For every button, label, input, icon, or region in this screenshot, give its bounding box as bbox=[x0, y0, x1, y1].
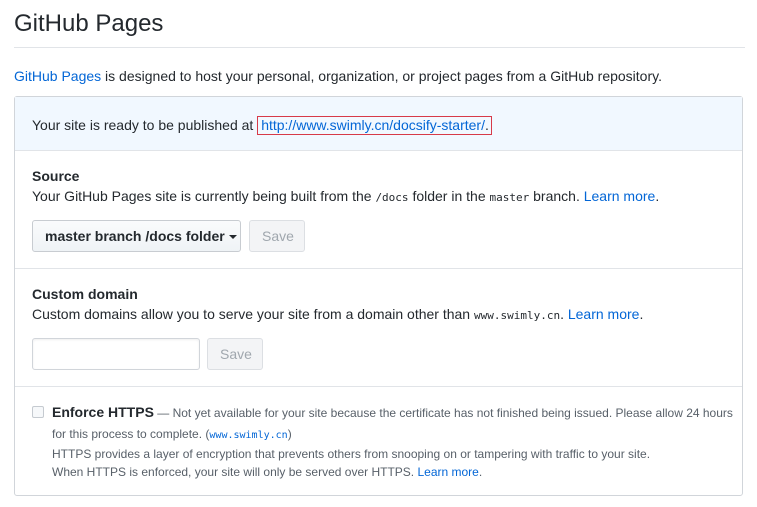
https-explanation: HTTPS provides a layer of encryption tha… bbox=[52, 447, 651, 461]
site-url-period: . bbox=[484, 117, 489, 133]
source-desc-suffix: branch. bbox=[529, 188, 584, 204]
folder-code: /docs bbox=[375, 191, 409, 204]
https-domain-link[interactable]: www.swimly.cn bbox=[209, 427, 287, 441]
enforce-https-note-continued: for this process to complete. (www.swiml… bbox=[52, 424, 292, 446]
source-section: Source Your GitHub Pages site is current… bbox=[15, 151, 742, 269]
intro-description: is designed to host your personal, organ… bbox=[101, 68, 662, 84]
note2-suffix: ) bbox=[287, 427, 292, 441]
site-url-highlight: http://www.swimly.cn/docsify-starter/. bbox=[257, 116, 492, 135]
https-learn-more-link[interactable]: Learn more bbox=[417, 465, 478, 479]
publish-message: Your site is ready to be published at ht… bbox=[32, 115, 492, 135]
source-desc-mid: folder in the bbox=[408, 188, 490, 204]
enforce-https-section: Enforce HTTPS — Not yet available for yo… bbox=[15, 387, 742, 495]
publish-flash: Your site is ready to be published at ht… bbox=[15, 97, 742, 151]
enforce-https-line: Enforce HTTPS — Not yet available for yo… bbox=[52, 402, 733, 423]
source-desc-prefix: Your GitHub Pages site is currently bein… bbox=[32, 188, 376, 204]
site-url-link[interactable]: http://www.swimly.cn/docsify-starter/ bbox=[261, 117, 485, 133]
pages-settings-box: Your site is ready to be published at ht… bbox=[14, 96, 743, 496]
page-title: GitHub Pages bbox=[14, 10, 164, 37]
domain-code: www.swimly.cn bbox=[473, 309, 561, 322]
caret-down-icon bbox=[228, 235, 237, 240]
publish-message-text: Your site is ready to be published at bbox=[32, 117, 258, 133]
enforce-https-checkbox[interactable] bbox=[32, 406, 44, 418]
source-branch-select[interactable]: master branch /docs folder bbox=[32, 220, 241, 252]
title-divider bbox=[14, 47, 745, 48]
intro-text: GitHub Pages is designed to host your pe… bbox=[14, 66, 662, 86]
custom-domain-input[interactable] bbox=[32, 338, 200, 370]
enforce-https-note: Not yet available for your site because … bbox=[172, 406, 733, 420]
custom-domain-learn-more-link[interactable]: Learn more bbox=[568, 306, 640, 322]
github-pages-link[interactable]: GitHub Pages bbox=[14, 68, 101, 84]
custom-domain-section: Custom domain Custom domains allow you t… bbox=[15, 269, 742, 387]
custom-domain-description: Custom domains allow you to serve your s… bbox=[32, 304, 643, 326]
source-branch-select-label: master branch /docs folder bbox=[45, 228, 225, 244]
note2-prefix: for this process to complete. ( bbox=[52, 427, 210, 441]
custom-domain-desc-suffix: . bbox=[560, 306, 568, 322]
custom-domain-save-button[interactable]: Save bbox=[207, 338, 263, 370]
source-save-button[interactable]: Save bbox=[249, 220, 305, 252]
https-enforced-note: When HTTPS is enforced, your site will o… bbox=[52, 462, 482, 482]
custom-domain-period: . bbox=[639, 306, 644, 322]
source-description: Your GitHub Pages site is currently bein… bbox=[32, 186, 659, 208]
https-domain-code: www.swimly.cn bbox=[209, 430, 288, 441]
enforce-https-dash: — bbox=[153, 406, 173, 420]
source-period: . bbox=[655, 188, 660, 204]
source-heading: Source bbox=[32, 168, 80, 184]
https-period: . bbox=[478, 465, 483, 479]
source-learn-more-link[interactable]: Learn more bbox=[584, 188, 656, 204]
custom-domain-heading: Custom domain bbox=[32, 286, 138, 302]
branch-code: master bbox=[489, 191, 530, 204]
https-enforced-text: When HTTPS is enforced, your site will o… bbox=[52, 465, 418, 479]
enforce-https-title: Enforce HTTPS bbox=[52, 404, 154, 420]
custom-domain-desc-prefix: Custom domains allow you to serve your s… bbox=[32, 306, 474, 322]
